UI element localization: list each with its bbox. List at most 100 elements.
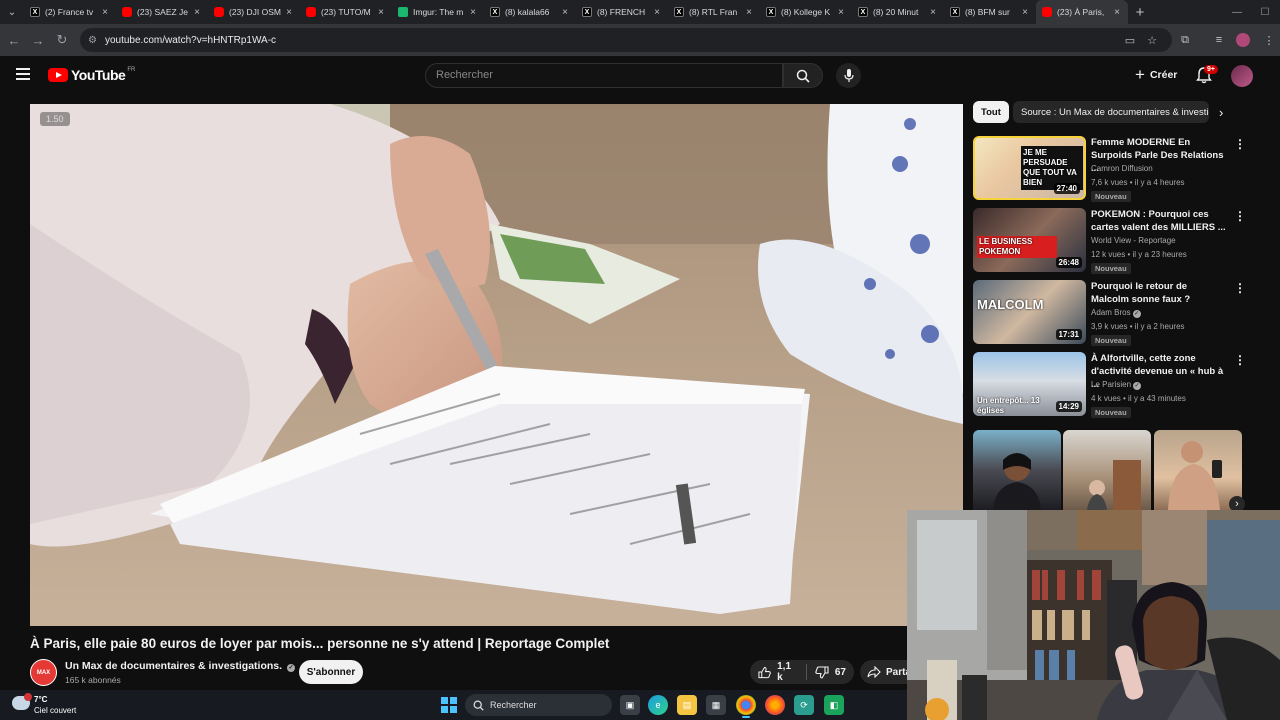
app-icon-green[interactable]: ◧: [824, 695, 844, 715]
firefox-browser-icon[interactable]: [765, 695, 785, 715]
tab-close-icon[interactable]: ×: [1112, 7, 1122, 18]
browser-tab[interactable]: X (8) Kollege K ×: [760, 0, 852, 24]
back-icon[interactable]: ←: [2, 24, 26, 56]
recommended-video[interactable]: LE BUSINESS POKEMON 26:48 POKEMON : Pourqu…: [973, 208, 1263, 274]
tab-close-icon[interactable]: ×: [560, 7, 570, 18]
tab-close-icon[interactable]: ×: [192, 7, 202, 18]
browser-tab[interactable]: X (8) FRENCH ×: [576, 0, 668, 24]
streaming-app-icon[interactable]: ⟳: [794, 695, 814, 715]
video-metadata: 4 k vues • il y a 43 minutes: [1091, 394, 1186, 403]
bookmark-star-icon[interactable]: ☆: [1142, 28, 1162, 52]
youtube-icon: [122, 7, 132, 17]
video-thumbnail[interactable]: Un entrepôt... 13 églises 14:29: [973, 352, 1086, 416]
media-controls-icon[interactable]: ≡: [1208, 24, 1230, 56]
profile-icon[interactable]: [1232, 24, 1254, 56]
subscribe-button[interactable]: S'abonner: [299, 660, 363, 684]
forward-icon[interactable]: →: [26, 24, 50, 56]
browser-tab[interactable]: (23) DJI OSM ×: [208, 0, 300, 24]
browser-tab[interactable]: X (8) kalala66 ×: [484, 0, 576, 24]
tab-close-icon[interactable]: ×: [100, 7, 110, 18]
chip-next-chevron-icon[interactable]: ›: [1219, 105, 1223, 120]
dislike-count: 67: [834, 666, 846, 678]
dislike-button[interactable]: 67: [807, 660, 854, 684]
temperature: 7°C: [34, 695, 48, 704]
more-options-icon[interactable]: ⋮: [1234, 354, 1246, 366]
extensions-icon[interactable]: ⧉: [1174, 24, 1196, 56]
more-options-icon[interactable]: ⋮: [1234, 282, 1246, 294]
video-metadata: 3,9 k vues • il y a 2 heures: [1091, 322, 1185, 331]
browser-menu-icon[interactable]: ⋮: [1258, 24, 1280, 56]
chrome-browser-icon[interactable]: [736, 695, 756, 718]
recommended-video[interactable]: Un entrepôt... 13 églises 14:29 À Alfortvi…: [973, 352, 1263, 418]
more-options-icon[interactable]: ⋮: [1234, 138, 1246, 150]
more-options-icon[interactable]: ⋮: [1234, 210, 1246, 222]
browser-tab[interactable]: (23) TUTO/M ×: [300, 0, 392, 24]
new-tab-button[interactable]: +: [1128, 4, 1152, 21]
channel-avatar[interactable]: MAX: [30, 659, 57, 686]
url-field[interactable]: ⚙ youtube.com/watch?v=hHNTRp1WA-c ▭ ☆: [80, 28, 1172, 52]
recommended-channel[interactable]: World View - Reportage: [1091, 236, 1176, 245]
youtube-wordmark: YouTube: [71, 67, 126, 83]
browser-tab[interactable]: X (8) 20 Minut ×: [852, 0, 944, 24]
tab-close-icon[interactable]: ×: [468, 7, 478, 18]
short-thumbnail[interactable]: [973, 430, 1061, 510]
tab-close-icon[interactable]: ×: [652, 7, 662, 18]
weather-widget[interactable]: 7°C Ciel couvert: [10, 693, 100, 717]
like-button[interactable]: 1,1 k: [750, 660, 806, 684]
reload-icon[interactable]: ↻: [50, 24, 74, 56]
recommended-channel[interactable]: Adam Bros ✓: [1091, 308, 1141, 318]
chip-source[interactable]: Source : Un Max de documentaires & inves…: [1013, 101, 1209, 123]
browser-tab[interactable]: X (8) BFM sur ×: [944, 0, 1036, 24]
browser-tab[interactable]: (23) À Paris, ×: [1036, 0, 1128, 24]
short-thumbnail[interactable]: [1063, 430, 1151, 510]
video-thumbnail[interactable]: JE ME PERSUADE QUE TOUT VA BIEN 27:40: [973, 136, 1086, 200]
address-bar-row: ← → ↻ ⚙ youtube.com/watch?v=hHNTRp1WA-c …: [0, 24, 1280, 56]
minimize-icon[interactable]: —: [1222, 0, 1252, 24]
recommended-video-title[interactable]: POKEMON : Pourquoi ces cartes valent des…: [1091, 208, 1227, 234]
taskbar-search[interactable]: Rechercher: [465, 694, 612, 716]
tab-close-icon[interactable]: ×: [376, 7, 386, 18]
file-explorer-icon[interactable]: ▤: [677, 695, 697, 715]
recommended-video-title[interactable]: Pourquoi le retour de Malcolm sonne faux…: [1091, 280, 1227, 306]
account-avatar[interactable]: [1231, 65, 1253, 87]
install-app-icon[interactable]: ▭: [1120, 28, 1140, 52]
tab-search-chevron-icon[interactable]: ⌄: [0, 0, 24, 24]
video-player[interactable]: 1.50: [30, 104, 963, 626]
video-thumbnail[interactable]: MALCOLM 17:31: [973, 280, 1086, 344]
create-button[interactable]: + Créer: [1127, 64, 1185, 86]
thumbs-down-icon: [815, 665, 829, 679]
x-icon: X: [950, 7, 960, 17]
voice-search-button[interactable]: [836, 63, 861, 88]
menu-hamburger-icon[interactable]: [16, 68, 30, 80]
recommended-channel[interactable]: Le Parisien ✓: [1091, 380, 1142, 390]
youtube-logo[interactable]: YouTube FR: [48, 67, 135, 83]
tab-close-icon[interactable]: ×: [744, 7, 754, 18]
thumbs-up-icon: [758, 666, 771, 678]
recommended-video[interactable]: JE ME PERSUADE QUE TOUT VA BIEN 27:40 Femm…: [973, 136, 1263, 202]
task-view-icon[interactable]: ▣: [620, 695, 640, 715]
recommended-video[interactable]: MALCOLM 17:31 Pourquoi le retour de Malcol…: [973, 280, 1263, 346]
chip-all[interactable]: Tout: [973, 101, 1009, 123]
edge-browser-icon[interactable]: e: [648, 695, 668, 715]
microsoft-store-icon[interactable]: ▦: [706, 695, 726, 715]
site-info-icon[interactable]: ⚙: [88, 35, 97, 46]
search-button[interactable]: [783, 63, 823, 88]
video-thumbnail[interactable]: LE BUSINESS POKEMON 26:48: [973, 208, 1086, 272]
channel-name[interactable]: Un Max de documentaires & investigations…: [65, 660, 295, 672]
video-title: À Paris, elle paie 80 euros de loyer par…: [30, 636, 610, 651]
tab-close-icon[interactable]: ×: [836, 7, 846, 18]
browser-tab[interactable]: X (8) RTL Fran ×: [668, 0, 760, 24]
maximize-icon[interactable]: ☐: [1250, 0, 1280, 24]
windows-start-icon[interactable]: [441, 697, 457, 713]
imgur-icon: [398, 7, 408, 17]
plus-icon: +: [1135, 65, 1145, 84]
browser-tab[interactable]: Imgur: The m ×: [392, 0, 484, 24]
short-thumbnail[interactable]: [1154, 430, 1242, 510]
browser-tab[interactable]: (23) SAEZ Je ×: [116, 0, 208, 24]
browser-tab[interactable]: X (2) France tv ×: [24, 0, 116, 24]
tab-close-icon[interactable]: ×: [284, 7, 294, 18]
tab-close-icon[interactable]: ×: [928, 7, 938, 18]
recommended-channel[interactable]: Camron Diffusion: [1091, 164, 1153, 173]
tab-close-icon[interactable]: ×: [1020, 7, 1030, 18]
search-input[interactable]: Rechercher: [425, 63, 783, 88]
